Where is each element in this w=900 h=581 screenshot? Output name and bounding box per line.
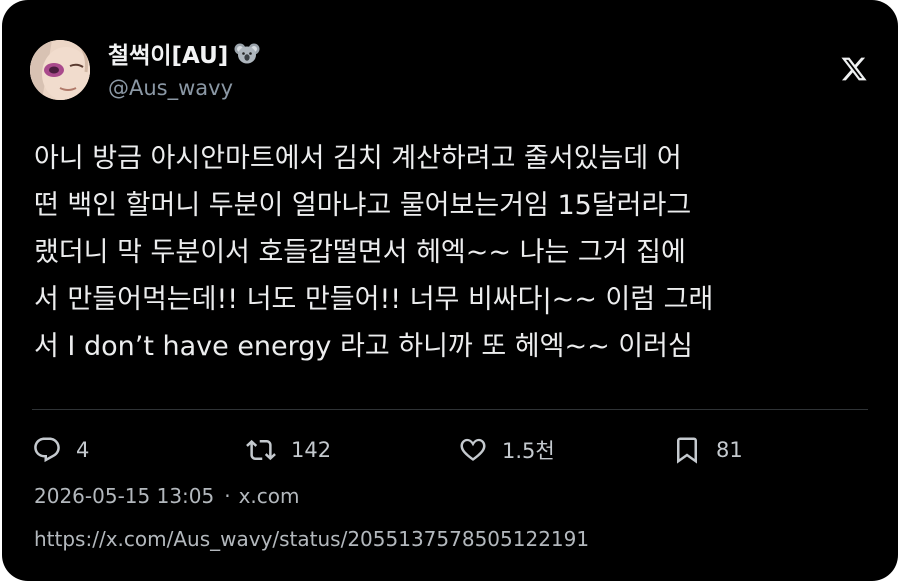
retweet-count: 142 [291,438,332,462]
tweet-line: 아니 방금 아시안마트에서 김치 계산하려고 줄서있늠데 어 [34,143,682,174]
bookmark-button[interactable]: 81 [672,433,743,467]
author-handle[interactable]: @Aus_wavy [108,76,233,100]
avatar[interactable] [30,40,90,100]
x-logo-icon[interactable] [840,55,868,83]
tweet-line: 서 I don’t have energy 라고 하니까 또 헤엑~~ 이러심 [34,331,693,362]
divider [32,409,868,410]
tweet-url[interactable]: https://x.com/Aus_wavy/status/2055137578… [34,527,589,551]
tweet-meta: 2026-05-15 13:05 · x.com [34,484,300,508]
tweet-line: 떤 백인 할머니 두분이 얼마냐고 물어보는거임 15달러라그 [34,190,692,221]
like-button[interactable]: 1.5천 [458,433,555,467]
retweet-icon [245,435,277,465]
timestamp[interactable]: 2026-05-15 13:05 [34,484,214,508]
author-name-row[interactable]: 철썩이[AU] [108,36,260,70]
koala-emoji-icon [234,40,260,66]
source-label[interactable]: x.com [239,484,300,508]
display-name[interactable]: 철썩이[AU] [108,36,228,70]
reply-button[interactable]: 4 [32,433,89,467]
like-icon [458,435,488,465]
meta-separator: · [224,484,231,508]
bookmark-count: 81 [716,438,743,462]
tweet-line: 랬더니 막 두분이서 호들갑떨면서 헤엑~~ 나는 그거 집에 [34,237,686,268]
tweet-text: 아니 방금 아시안마트에서 김치 계산하려고 줄서있늠데 어떤 백인 할머니 두… [34,135,884,370]
tweet-card: 철썩이[AU] @Aus_wavy 아니 방금 아시안마트에서 김치 계산하려고… [2,0,898,581]
avatar-image [30,40,90,100]
retweet-button[interactable]: 142 [245,433,331,467]
bookmark-icon [672,435,702,465]
reply-icon [32,435,62,465]
like-count: 1.5천 [502,439,555,463]
reply-count: 4 [76,438,90,462]
tweet-line: 서 만들어먹는데!! 너도 만들어!! 너무 비싸다|~~ 이럼 그래 [34,284,714,315]
